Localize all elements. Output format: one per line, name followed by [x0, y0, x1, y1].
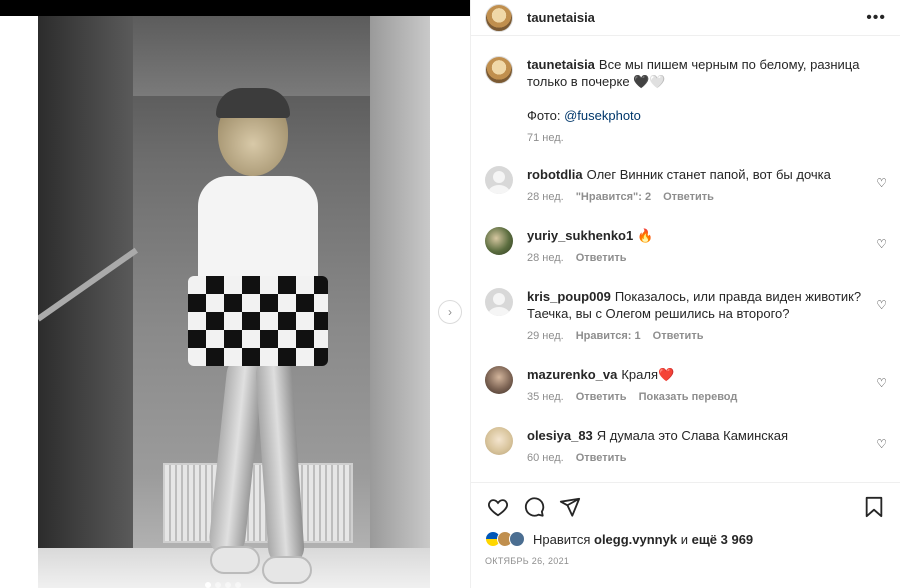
caption-author-avatar[interactable]	[485, 56, 513, 84]
comment-text: 🔥	[637, 228, 654, 243]
comment-username[interactable]: kris_poup009	[527, 289, 611, 304]
reply-button[interactable]: Ответить	[653, 328, 704, 345]
comment-item: olesiya_83 Я думала это Слава Каминская 6…	[485, 427, 887, 467]
commenter-avatar[interactable]	[485, 227, 513, 255]
comment-text: Я думала это Слава Каминская	[596, 428, 789, 443]
comment-likes[interactable]: "Нравится": 2	[576, 189, 651, 206]
comment-item: yuriy_sukhenko1 🔥 28 нед. Ответить ♡	[485, 227, 887, 267]
reply-button[interactable]: Ответить	[576, 250, 627, 267]
likes-count[interactable]: ещё 3 969	[692, 532, 754, 547]
likes-prefix: Нравится	[533, 531, 591, 547]
comment-time: 28 нед.	[527, 252, 564, 264]
post-photo[interactable]	[38, 16, 430, 588]
comment-time: 60 нед.	[527, 452, 564, 464]
comment-like-heart-icon[interactable]: ♡	[876, 237, 887, 251]
comment-text: Олег Винник станет папой, вот бы дочка	[586, 167, 831, 182]
comment-like-heart-icon[interactable]: ♡	[876, 298, 887, 312]
comment-icon[interactable]	[521, 494, 547, 520]
paper-plane-icon[interactable]	[557, 494, 583, 520]
carousel-dot	[235, 582, 241, 588]
comment-item: robotdlia Олег Винник станет папой, вот б…	[485, 166, 887, 206]
commenter-avatar[interactable]	[485, 288, 513, 316]
author-username[interactable]: taunetaisia	[527, 10, 866, 25]
comment-like-heart-icon[interactable]: ♡	[876, 376, 887, 390]
post-caption: taunetaisia Все мы пишем черным по белому…	[485, 56, 887, 147]
photo-wall-left	[38, 16, 133, 588]
caption-time: 71 нед.	[527, 132, 564, 144]
photo-credit-label: Фото:	[527, 108, 565, 123]
comment-text: Краля❤️	[621, 367, 675, 382]
comment-likes[interactable]: Нравится: 1	[576, 328, 641, 345]
translate-button[interactable]: Показать перевод	[639, 389, 738, 406]
bookmark-icon[interactable]	[861, 494, 887, 520]
reply-button[interactable]: Ответить	[576, 450, 627, 467]
top-black-bar	[0, 0, 470, 16]
reply-button[interactable]: Ответить	[576, 389, 627, 406]
likes-summary[interactable]: Нравится olegg.vynnyk и ещё 3 969	[485, 531, 887, 547]
likers-avatars	[485, 531, 525, 547]
commenter-avatar[interactable]	[485, 427, 513, 455]
photo-credit-link[interactable]: @fusekphoto	[564, 108, 641, 123]
comment-username[interactable]: yuriy_sukhenko1	[527, 228, 633, 243]
next-photo-arrow-icon[interactable]: ›	[438, 300, 462, 324]
likes-and: и	[680, 531, 688, 547]
carousel-dot	[205, 582, 211, 588]
commenter-avatar[interactable]	[485, 366, 513, 394]
reply-button[interactable]: Ответить	[663, 189, 714, 206]
commenter-avatar[interactable]	[485, 166, 513, 194]
carousel-dot	[215, 582, 221, 588]
photo-credit: Фото: @fusekphoto	[527, 107, 863, 124]
caption-username[interactable]: taunetaisia	[527, 57, 595, 72]
comment-item: mazurenko_va Краля❤️ 35 нед. Ответить Пок…	[485, 366, 887, 406]
comment-time: 35 нед.	[527, 391, 564, 403]
comment-like-heart-icon[interactable]: ♡	[876, 437, 887, 451]
author-avatar[interactable]	[485, 3, 513, 32]
comments-list[interactable]: taunetaisia Все мы пишем черным по белому…	[471, 36, 900, 482]
photo-person	[158, 76, 358, 584]
more-horizontal-icon[interactable]: •••	[866, 9, 886, 27]
liker-username[interactable]: olegg.vynnyk	[594, 532, 677, 547]
post-header: taunetaisia •••	[471, 0, 900, 36]
post-side-panel: taunetaisia ••• taunetaisia Все мы пишем …	[470, 0, 900, 588]
comment-username[interactable]: robotdlia	[527, 167, 583, 182]
comment-username[interactable]: mazurenko_va	[527, 367, 617, 382]
liker-avatar	[509, 531, 525, 547]
comment-username[interactable]: olesiya_83	[527, 428, 593, 443]
comment-item: kris_poup009 Показалось, или правда виден…	[485, 288, 887, 345]
carousel-dots	[205, 582, 241, 588]
photo-wall-right	[370, 16, 430, 588]
post-media[interactable]: ›	[0, 16, 470, 588]
post-actions: Нравится olegg.vynnyk и ещё 3 969 ОКТЯБР…	[471, 482, 900, 588]
comment-time: 28 нед.	[527, 191, 564, 203]
post-date: ОКТЯБРЬ 26, 2021	[485, 556, 570, 566]
comment-like-heart-icon[interactable]: ♡	[876, 176, 887, 190]
comment-time: 29 нед.	[527, 330, 564, 342]
carousel-dot	[225, 582, 231, 588]
heart-icon[interactable]	[485, 494, 511, 520]
